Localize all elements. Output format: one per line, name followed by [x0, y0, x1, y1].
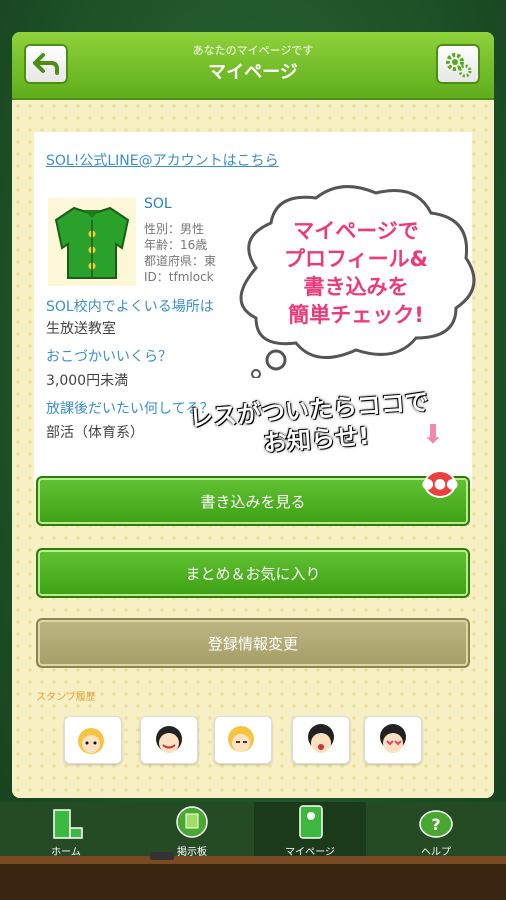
header-subtitle: あなたのマイページです	[192, 44, 314, 57]
gear-icon	[446, 53, 472, 78]
edit-profile-button[interactable]: 登録情報変更	[36, 618, 470, 668]
cloud-line-3: 書き込みを	[304, 275, 409, 299]
stamp-item[interactable]	[64, 716, 122, 764]
chat-notification-icon[interactable]: ●●●	[422, 470, 458, 498]
mypage-icon	[299, 805, 323, 839]
avatar	[48, 198, 136, 286]
school-uniform-avatar-icon	[54, 206, 130, 279]
profile-prefecture: 都道府県：東	[144, 254, 217, 268]
question-2: おこづかいいくら？	[46, 349, 172, 365]
tab-home[interactable]: ホーム	[10, 802, 122, 864]
answer-1: 生放送教室	[46, 321, 116, 337]
question-1: SOL校内でよくいる場所は	[46, 299, 214, 315]
stamp-item[interactable]	[140, 716, 198, 764]
eraser-icon	[150, 852, 174, 860]
stamp-character-icon	[156, 726, 182, 753]
profile-id: ID：tfmlock	[144, 270, 214, 284]
cloud-line-2: プロフィール&	[284, 247, 428, 271]
settings-button[interactable]	[436, 44, 480, 84]
tab-mypage[interactable]: マイページ	[254, 802, 366, 864]
cloud-line-4: 簡単チェック!	[288, 303, 424, 327]
stamp-character-icon	[308, 724, 334, 753]
favorites-button[interactable]: まとめ＆お気に入り	[36, 548, 470, 598]
home-icon	[53, 809, 83, 839]
stamp-item[interactable]	[214, 716, 272, 764]
stamp-character-icon	[78, 728, 104, 754]
tab-help[interactable]: ? ヘルプ	[380, 802, 492, 864]
bottom-tab-bar: ホーム 掲示板 マイページ ? ヘルプ	[0, 802, 506, 864]
stamp-character-icon	[380, 724, 406, 753]
profile-name[interactable]: SOL	[144, 196, 172, 212]
help-icon: ?	[419, 810, 453, 838]
stamp-item[interactable]	[292, 716, 350, 764]
header: あなたのマイページです マイページ	[12, 32, 494, 100]
page-title: マイページ	[208, 62, 298, 83]
cloud-line-1: マイページで	[293, 219, 419, 243]
down-arrow-icon: ⬇	[422, 420, 444, 450]
svg-text:?: ?	[431, 815, 440, 834]
thought-cloud: マイページで プロフィール& 書き込みを 簡単チェック!	[239, 185, 476, 378]
stamp-item[interactable]	[364, 716, 422, 764]
stamp-character-icon	[228, 726, 254, 752]
answer-3: 部活（体育系）	[46, 425, 144, 441]
view-posts-button[interactable]: 書き込みを見る	[36, 476, 470, 526]
profile-gender: 性別：男性	[144, 222, 205, 236]
board-icon	[176, 806, 208, 838]
answer-2: 3,000円未満	[46, 373, 129, 389]
profile-age: 年齢：16歳	[144, 238, 208, 252]
chalk-tray	[0, 864, 506, 900]
line-account-link[interactable]: SOL!公式LINE@アカウントはこちら	[46, 150, 279, 170]
stamp-history-label: スタンプ履歴	[36, 692, 96, 703]
